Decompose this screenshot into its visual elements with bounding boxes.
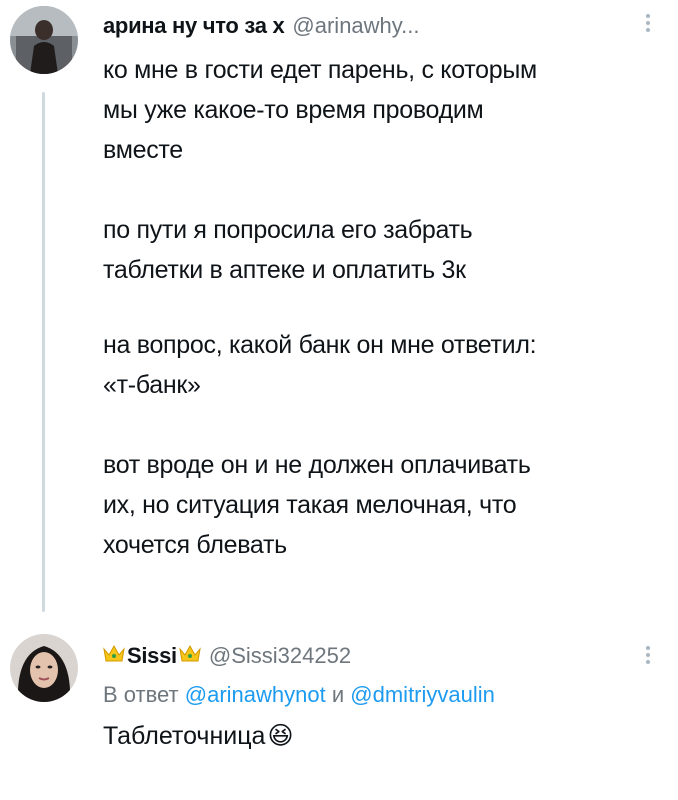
- reply-text: Таблеточница 😆: [103, 718, 294, 754]
- avatar-arina[interactable]: [10, 6, 78, 74]
- handle[interactable]: @arinawhy...: [292, 12, 419, 40]
- display-name[interactable]: арина ну что за х: [103, 12, 285, 40]
- reply-to-line: В ответ @arinawhynot и @dmitriyvaulin: [103, 680, 495, 710]
- reply-text-content: Таблеточница: [103, 722, 266, 750]
- tweet-paragraph: по пути я попросила его забрать таблетки…: [103, 216, 473, 284]
- reply-conjunction: и: [331, 682, 345, 707]
- reply-handle[interactable]: @Sissi324252: [209, 642, 351, 670]
- tweet-paragraph: вот вроде он и не должен оплачивать их, …: [103, 451, 531, 559]
- more-options-icon[interactable]: [640, 646, 656, 664]
- tweet-header: арина ну что за х @arinawhy...: [103, 12, 420, 40]
- reply-display-name[interactable]: Sissi: [127, 642, 177, 670]
- reply-header: Sissi @Sissi324252: [103, 642, 351, 670]
- avatar-sissi[interactable]: [10, 634, 78, 702]
- thread-line: [42, 92, 45, 612]
- laughing-emoji-icon: 😆: [267, 722, 294, 750]
- tweet-paragraph: на вопрос, какой банк он мне ответил: «т…: [103, 331, 537, 399]
- crown-icon: [103, 642, 125, 670]
- crown-icon: [179, 642, 201, 670]
- more-options-icon[interactable]: [640, 14, 656, 32]
- mention-link[interactable]: @dmitriyvaulin: [350, 682, 495, 707]
- tweet-paragraph: ко мне в гости едет парень, с которым мы…: [103, 56, 537, 164]
- mention-link[interactable]: @arinawhynot: [185, 682, 326, 707]
- reply-prefix: В ответ: [103, 682, 179, 707]
